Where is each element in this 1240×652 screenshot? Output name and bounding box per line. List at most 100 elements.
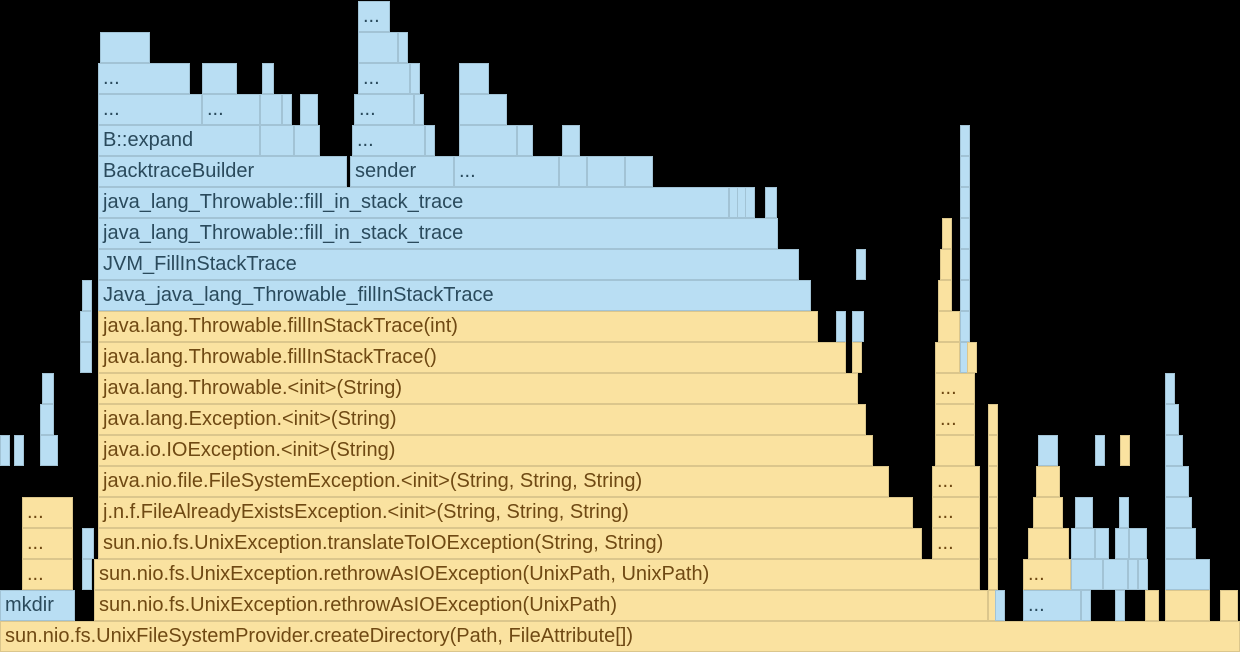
flame-frame[interactable] <box>1128 559 1138 590</box>
flame-frame[interactable] <box>960 156 970 187</box>
flame-frame[interactable]: java.lang.Throwable.<init>(String) <box>98 373 858 404</box>
flame-frame[interactable]: ... <box>935 404 975 435</box>
flame-frame[interactable] <box>625 156 653 187</box>
flame-frame[interactable]: Java_java_lang_Throwable_fillInStackTrac… <box>98 280 811 311</box>
flame-frame[interactable] <box>960 187 970 218</box>
flame-frame[interactable] <box>14 435 24 466</box>
flame-frame[interactable]: ... <box>1023 559 1071 590</box>
flame-frame[interactable] <box>262 63 274 94</box>
flame-frame[interactable] <box>1028 528 1069 559</box>
flame-frame[interactable] <box>1071 559 1103 590</box>
flame-frame[interactable] <box>960 125 970 156</box>
flame-frame[interactable] <box>42 373 54 404</box>
flame-frame[interactable]: ... <box>22 559 73 590</box>
flame-frame[interactable] <box>260 125 294 156</box>
flame-frame[interactable]: ... <box>358 63 410 94</box>
flame-frame[interactable] <box>1033 497 1063 528</box>
flame-frame[interactable] <box>82 528 94 559</box>
flame-frame[interactable] <box>1165 466 1189 497</box>
flame-frame[interactable] <box>559 156 587 187</box>
flame-frame[interactable] <box>82 280 92 311</box>
flame-frame[interactable] <box>1145 590 1159 621</box>
flame-frame[interactable] <box>1220 590 1238 621</box>
flame-frame[interactable] <box>1120 435 1130 466</box>
flame-frame[interactable] <box>1095 528 1109 559</box>
flame-frame[interactable] <box>960 249 970 280</box>
flame-frame[interactable] <box>938 311 960 342</box>
flame-frame[interactable] <box>1075 497 1093 528</box>
flame-frame[interactable] <box>1165 528 1196 559</box>
flame-frame[interactable] <box>1165 404 1179 435</box>
flame-frame[interactable] <box>459 63 489 94</box>
flame-frame[interactable] <box>942 218 952 249</box>
flame-frame[interactable] <box>1036 466 1060 497</box>
flame-frame[interactable] <box>1165 373 1175 404</box>
flame-frame[interactable] <box>938 280 952 311</box>
flame-frame[interactable] <box>988 466 998 497</box>
flame-frame[interactable] <box>1129 528 1147 559</box>
flame-frame[interactable] <box>988 497 998 528</box>
flame-frame[interactable] <box>995 590 1005 621</box>
flame-frame[interactable]: sun.nio.fs.UnixException.rethrowAsIOExce… <box>94 590 988 621</box>
flame-frame[interactable]: ... <box>98 94 202 125</box>
flame-frame[interactable] <box>935 435 975 466</box>
flame-frame[interactable] <box>1038 435 1058 466</box>
flame-frame[interactable]: ... <box>22 497 73 528</box>
flame-frame[interactable]: java.nio.file.FileSystemException.<init>… <box>98 466 889 497</box>
flame-frame[interactable]: ... <box>202 94 260 125</box>
flame-frame[interactable] <box>358 32 398 63</box>
flame-frame[interactable] <box>1115 590 1125 621</box>
flame-frame[interactable] <box>1165 559 1210 590</box>
flame-frame[interactable]: ... <box>98 63 190 94</box>
flame-frame[interactable] <box>517 125 533 156</box>
flame-frame[interactable] <box>988 435 998 466</box>
flame-frame[interactable] <box>940 249 952 280</box>
flame-frame[interactable] <box>852 311 864 342</box>
flame-frame[interactable] <box>1165 435 1183 466</box>
flame-frame[interactable] <box>0 435 10 466</box>
flame-frame[interactable] <box>202 63 237 94</box>
flame-frame[interactable]: ... <box>932 497 980 528</box>
flame-frame[interactable] <box>82 559 92 590</box>
flame-frame[interactable]: ... <box>932 466 980 497</box>
flame-frame[interactable] <box>836 311 846 342</box>
flame-frame[interactable]: JVM_FillInStackTrace <box>98 249 799 280</box>
flame-frame[interactable] <box>40 404 54 435</box>
flame-frame[interactable] <box>282 94 292 125</box>
flame-frame[interactable]: ... <box>22 528 73 559</box>
flame-frame[interactable]: java.lang.Exception.<init>(String) <box>98 404 866 435</box>
flame-frame[interactable]: sender <box>350 156 454 187</box>
flame-frame[interactable] <box>988 528 998 559</box>
flame-frame[interactable]: BacktraceBuilder <box>98 156 347 187</box>
flame-frame[interactable]: ... <box>354 94 414 125</box>
flame-frame[interactable]: sun.nio.fs.UnixException.translateToIOEx… <box>98 528 922 559</box>
flame-frame[interactable]: ... <box>932 528 980 559</box>
flame-frame[interactable] <box>414 94 424 125</box>
flame-frame[interactable] <box>80 342 92 373</box>
flame-frame[interactable] <box>852 342 862 373</box>
flame-frame[interactable] <box>1071 528 1095 559</box>
flame-frame[interactable]: java.io.IOException.<init>(String) <box>98 435 873 466</box>
flame-frame[interactable] <box>260 94 282 125</box>
flame-frame[interactable] <box>1165 590 1210 621</box>
flame-frame[interactable] <box>856 249 866 280</box>
flame-frame[interactable] <box>40 435 58 466</box>
flame-frame[interactable] <box>80 311 92 342</box>
flame-frame[interactable] <box>294 125 320 156</box>
flame-frame[interactable]: java_lang_Throwable::fill_in_stack_trace <box>98 187 729 218</box>
flame-frame[interactable]: java.lang.Throwable.fillInStackTrace(int… <box>98 311 818 342</box>
flame-frame[interactable] <box>988 404 998 435</box>
flame-frame[interactable] <box>960 280 970 311</box>
flame-frame[interactable] <box>960 218 970 249</box>
flame-frame[interactable] <box>988 559 998 590</box>
flame-frame[interactable] <box>459 125 517 156</box>
flame-frame[interactable]: java.lang.Throwable.fillInStackTrace() <box>98 342 846 373</box>
flame-frame[interactable] <box>300 94 318 125</box>
flame-frame[interactable]: sun.nio.fs.UnixFileSystemProvider.create… <box>0 621 1240 652</box>
flame-frame[interactable] <box>960 311 970 342</box>
flame-frame[interactable] <box>967 342 977 373</box>
flame-frame[interactable] <box>562 125 580 156</box>
flame-frame[interactable]: ... <box>935 373 975 404</box>
flame-frame[interactable] <box>1119 497 1129 528</box>
flame-frame[interactable]: ... <box>1023 590 1081 621</box>
